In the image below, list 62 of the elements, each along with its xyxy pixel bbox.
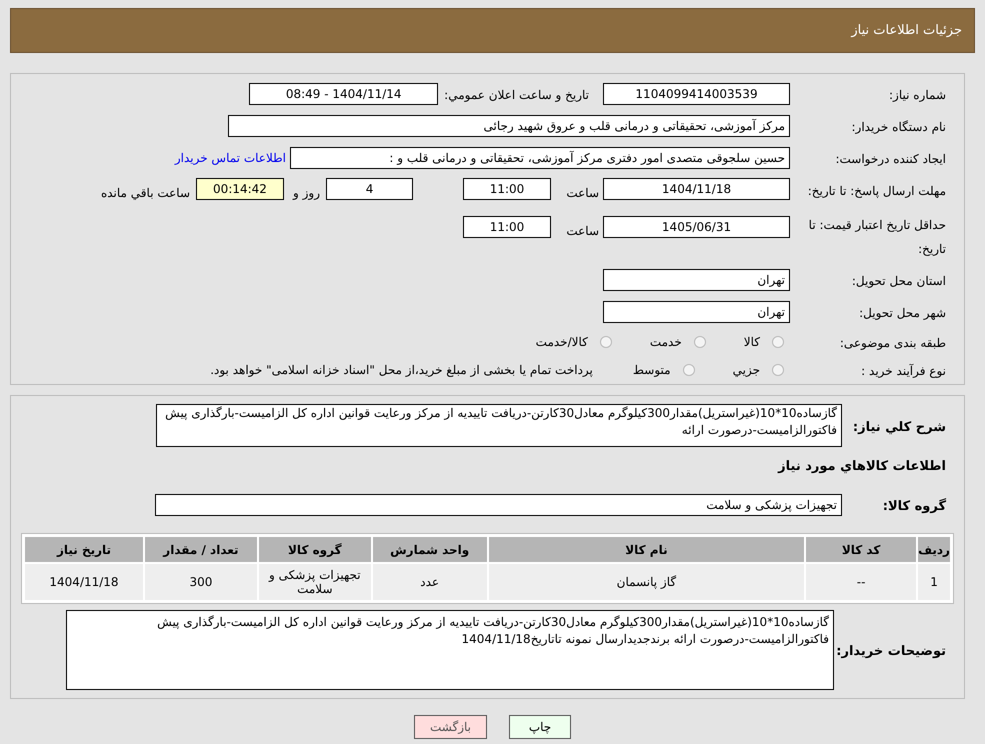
radio-label: کالا xyxy=(744,334,760,351)
table-cell: -- xyxy=(806,564,916,600)
field-label: مهلت ارسال پاسخ: تا تاريخ: xyxy=(808,184,946,198)
field-label: توضیحات خریدار: xyxy=(836,644,946,659)
need-number-field: 1104099414003539 xyxy=(603,83,790,105)
creator-field: حسین سلجوقی متصدی امور دفتری مرکز آموزشی، تحقیقاتی و درمانی قلب و : xyxy=(290,147,790,169)
table-cell: 1 xyxy=(918,564,950,600)
table-cell: عدد xyxy=(372,564,487,600)
days-field: 4 xyxy=(326,178,413,200)
remaining-time-field: 00:14:42 xyxy=(196,178,284,200)
field-label: روز و xyxy=(293,186,320,200)
time-field: 11:00 xyxy=(463,216,551,238)
field-label: ساعت xyxy=(566,224,599,238)
table-cell: گاز پانسمان xyxy=(488,564,804,600)
province-field: تهران xyxy=(603,269,790,291)
field-label: گروه کالا: xyxy=(882,499,946,514)
field-label: شهر محل تحویل: xyxy=(859,306,946,320)
city-field: تهران xyxy=(603,301,790,323)
radio-label: متوسط xyxy=(632,362,671,379)
column-header: کد کالا xyxy=(806,537,916,562)
radio-button[interactable] xyxy=(682,364,695,376)
radio-label: کالا/خدمت xyxy=(536,334,588,351)
radio-button[interactable] xyxy=(772,364,784,376)
date-field: 1405/06/31 xyxy=(603,216,790,238)
announce-date-field: 1404/11/14 - 08:49 xyxy=(249,83,438,105)
field-label: نام دستگاه خریدار: xyxy=(852,120,946,134)
purchase-note: پرداخت تمام یا بخشی از مبلغ خرید،از محل "اسناد خزانه اسلامی" خواهد بود. xyxy=(210,362,593,379)
column-header: تاریخ نیاز xyxy=(25,537,143,562)
column-header: تعداد / مقدار xyxy=(145,537,257,562)
back-button[interactable]: بازگشت xyxy=(414,715,487,739)
field-label: ساعت xyxy=(566,186,599,200)
field-label: تاريخ و ساعت اعلان عمومي: xyxy=(444,88,589,102)
buyer-notes-textarea[interactable]: گازساده10*10(غیراستریل)مقدار300کیلوگرم معادل30کارتن-دریافت تاییدیه از مرکز ورعایت قوانین اداره کل الزامیست-بارگذاری پیش فاکتورالزامیست-درصورت ارائه برندجدیدارسال نمونه تاتاریخ1404/11/18 xyxy=(66,610,834,690)
radio-button[interactable] xyxy=(600,336,612,348)
page-title: جزئیات اطلاعات نیاز xyxy=(851,22,962,40)
field-label: حداقل تاريخ اعتبار قیمت: تا تاريخ: xyxy=(808,218,946,256)
print-button[interactable]: چاپ xyxy=(509,715,571,739)
radio-button[interactable] xyxy=(772,336,784,348)
buyer-field: مرکز آموزشی، تحقیقاتی و درمانی قلب و عروق شهید رجائی xyxy=(228,115,790,137)
radio-label: خدمت xyxy=(650,334,682,351)
goods-group-field: تجهیزات پزشکی و سلامت xyxy=(155,494,842,516)
buyer-contact-link[interactable]: اطلاعات تماس خریدار xyxy=(174,149,286,167)
field-label: طبقه بندی موضوعی: xyxy=(840,336,946,350)
column-header: واحد شمارش xyxy=(372,537,487,562)
field-label: شرح کلي نیاز: xyxy=(852,420,946,435)
radio-label: جزيي xyxy=(732,362,760,379)
column-header: گروه کالا xyxy=(258,537,371,562)
date-field: 1404/11/18 xyxy=(603,178,790,200)
field-label: نوع فرآیند خرید : xyxy=(861,364,946,378)
column-header: ردیف xyxy=(918,537,950,562)
radio-button[interactable] xyxy=(694,336,706,348)
field-label: استان محل تحویل: xyxy=(852,274,946,288)
field-label: ساعت باقي مانده xyxy=(100,186,190,200)
field-label: ایجاد کننده درخواست: xyxy=(835,152,946,166)
field-label: شماره نیاز: xyxy=(889,88,946,102)
table-cell: 1404/11/18 xyxy=(25,564,143,600)
section-heading: اطلاعات کالاهاي مورد نیاز xyxy=(778,459,946,474)
table-cell: 300 xyxy=(145,564,257,600)
table-cell: تجهیزات پزشکی و سلامت xyxy=(258,564,371,600)
column-header: نام کالا xyxy=(488,537,804,562)
description-textarea[interactable]: گازساده10*10(غیراستریل)مقدار300کیلوگرم معادل30کارتن-دریافت تاییدیه از مرکز ورعایت قوانین اداره کل الزامیست-بارگذاری پیش فاکتورالزامیست-درصورت ارائه xyxy=(156,404,842,447)
time-field: 11:00 xyxy=(463,178,551,200)
